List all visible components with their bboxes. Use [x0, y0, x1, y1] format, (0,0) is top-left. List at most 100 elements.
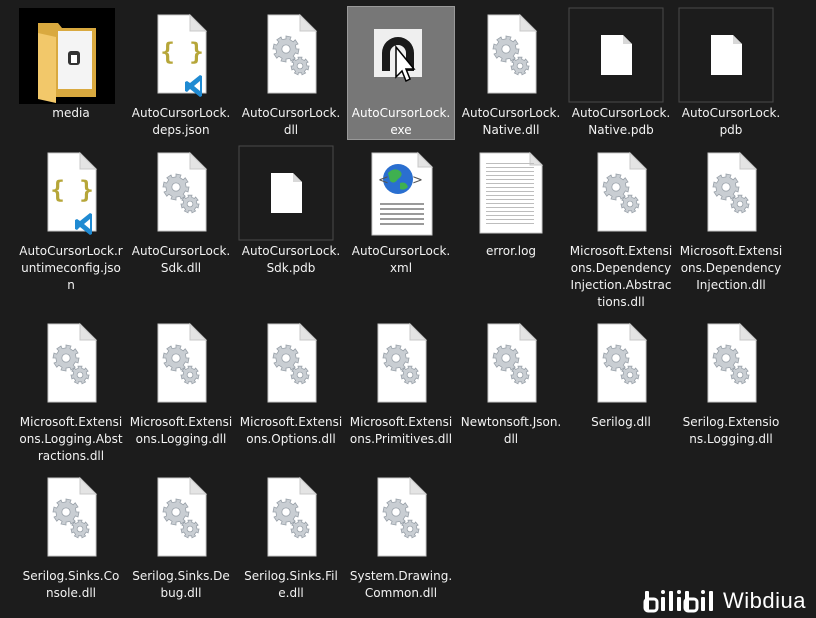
text-log-file-icon [479, 151, 544, 234]
file-thumbnail [348, 7, 456, 105]
gear-file-icon [707, 322, 758, 403]
cursor-lock-app-icon [374, 29, 422, 83]
file-thumbnail [678, 316, 786, 414]
file-name-label: AutoCursorLock.Sdk.pdb [241, 244, 341, 275]
file-item[interactable]: Serilog.Sinks.Debug.dll [127, 469, 235, 603]
json-file-icon: { } [157, 13, 208, 97]
gear-file-icon [157, 151, 208, 232]
file-thumbnail [18, 7, 126, 105]
file-item[interactable]: { } AutoCursorLock.runtimeconfig.json [17, 144, 125, 295]
file-thumbnail: { } [18, 145, 126, 243]
file-item[interactable]: Microsoft.Extensions.Primitives.dll [347, 315, 455, 466]
file-thumbnail [18, 470, 126, 568]
file-item[interactable]: Serilog.dll [567, 315, 675, 432]
file-thumbnail [128, 470, 236, 568]
gear-file-icon [487, 13, 538, 94]
file-item[interactable]: Microsoft.Extensions.Options.dll [237, 315, 345, 466]
file-thumbnail [348, 470, 456, 568]
file-name-label: Microsoft.Extensions.Logging.dll [129, 415, 233, 446]
file-name-label: AutoCursorLock.Native.dll [461, 106, 561, 137]
gear-file-icon [47, 322, 98, 403]
file-thumbnail [238, 145, 346, 243]
file-name-label: media [52, 106, 90, 120]
gear-file-icon [267, 322, 318, 403]
file-item[interactable]: AutoCursorLock.pdb [677, 6, 785, 140]
file-item[interactable]: System.Drawing.Common.dll [347, 469, 455, 603]
file-thumbnail [568, 316, 676, 414]
gear-file-icon [707, 151, 758, 232]
gear-file-icon [267, 13, 318, 94]
file-name-label: AutoCursorLock.deps.json [131, 106, 231, 137]
file-name-label: Serilog.Sinks.Console.dll [22, 569, 120, 600]
blank-file-icon [678, 7, 774, 103]
file-thumbnail [238, 7, 346, 105]
xml-file-icon: < > [371, 151, 434, 236]
blank-file-icon [238, 145, 334, 241]
file-item[interactable]: AutoCursorLock.Native.dll [457, 6, 565, 140]
gear-file-icon [157, 476, 208, 557]
file-thumbnail [678, 7, 786, 105]
file-thumbnail [568, 7, 676, 105]
file-grid: media { } AutoCursorLock.deps.json AutoCurs… [0, 0, 816, 618]
file-thumbnail: { } [128, 7, 236, 105]
svg-text:{ }: { } [50, 176, 93, 204]
file-name-label: AutoCursorLock.xml [351, 244, 451, 275]
file-name-label: error.log [485, 244, 537, 258]
file-name-label: AutoCursorLock.exe [351, 106, 451, 137]
gear-file-icon [487, 322, 538, 403]
file-item[interactable]: AutoCursorLock.dll [237, 6, 345, 140]
blank-file-icon [568, 7, 664, 103]
file-name-label: AutoCursorLock.runtimeconfig.json [19, 244, 123, 292]
file-name-label: Serilog.dll [591, 415, 651, 429]
watermark: Wibdiua [643, 587, 806, 615]
bilibili-logo [643, 590, 714, 613]
file-name-label: Microsoft.Extensions.DependencyInjection… [679, 244, 783, 292]
file-item[interactable]: AutoCursorLock.Sdk.dll [127, 144, 235, 278]
file-name-label: Serilog.Sinks.Debug.dll [132, 569, 230, 600]
file-thumbnail [458, 316, 566, 414]
file-thumbnail [128, 316, 236, 414]
gear-file-icon [377, 476, 428, 557]
svg-text:>: > [412, 173, 423, 188]
file-name-label: Serilog.Sinks.File.dll [244, 569, 338, 600]
file-item[interactable]: AutoCursorLock.Sdk.pdb [237, 144, 345, 278]
file-name-label: AutoCursorLock.dll [241, 106, 341, 137]
file-thumbnail [128, 145, 236, 243]
file-name-label: Microsoft.Extensions.Primitives.dll [349, 415, 453, 446]
file-item[interactable]: Serilog.Extensions.Logging.dll [677, 315, 785, 466]
gear-file-icon [597, 151, 648, 232]
file-item[interactable]: Serilog.Sinks.File.dll [237, 469, 345, 603]
file-item[interactable]: { } AutoCursorLock.deps.json [127, 6, 235, 140]
file-item[interactable]: media [17, 6, 125, 123]
file-thumbnail [678, 145, 786, 243]
file-name-label: Serilog.Extensions.Logging.dll [682, 415, 780, 446]
file-item[interactable]: AutoCursorLock.Native.pdb [567, 6, 675, 140]
file-name-label: Microsoft.Extensions.DependencyInjection… [569, 244, 673, 309]
gear-file-icon [267, 476, 318, 557]
file-item[interactable]: Microsoft.Extensions.Logging.dll [127, 315, 235, 466]
file-name-label: AutoCursorLock.pdb [681, 106, 781, 137]
svg-text:{ }: { } [160, 38, 203, 66]
file-thumbnail [458, 145, 566, 243]
file-item[interactable]: Microsoft.Extensions.DependencyInjection… [677, 144, 785, 312]
file-name-label: System.Drawing.Common.dll [349, 569, 453, 600]
file-thumbnail [18, 316, 126, 414]
file-item[interactable]: AutoCursorLock.exe [347, 6, 455, 140]
folder-icon [19, 8, 115, 104]
file-item[interactable]: Serilog.Sinks.Console.dll [17, 469, 125, 603]
file-name-label: AutoCursorLock.Sdk.dll [131, 244, 231, 275]
gear-file-icon [47, 476, 98, 557]
file-name-label: Microsoft.Extensions.Options.dll [239, 415, 343, 446]
file-item[interactable]: Microsoft.Extensions.DependencyInjection… [567, 144, 675, 312]
file-item[interactable]: < > AutoCursorLock.xml [347, 144, 455, 278]
json-file-icon: { } [47, 151, 98, 235]
file-item[interactable]: Microsoft.Extensions.Logging.Abstraction… [17, 315, 125, 483]
watermark-text: Wibdiua [723, 588, 806, 613]
file-thumbnail [238, 470, 346, 568]
file-thumbnail [348, 316, 456, 414]
file-thumbnail [568, 145, 676, 243]
file-item[interactable]: error.log [457, 144, 565, 261]
file-thumbnail [238, 316, 346, 414]
file-item[interactable]: Newtonsoft.Json.dll [457, 315, 565, 449]
file-thumbnail: < > [348, 145, 456, 243]
